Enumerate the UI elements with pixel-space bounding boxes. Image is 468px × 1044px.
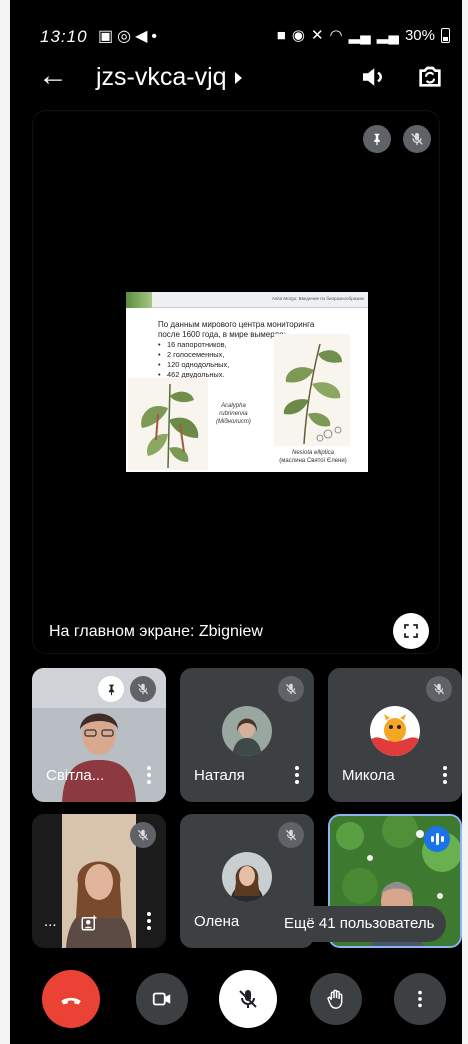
call-topbar: ← jzs-vkca-vjq [10,56,462,100]
chevron-right-icon [234,72,242,85]
caption-left-line: Acalypha [221,403,246,409]
mic-off-icon [433,683,445,695]
participant-tile[interactable]: Наталя [180,668,314,802]
camera-icon [152,992,171,1006]
more-vertical-icon [418,990,422,1008]
participant-name: ... [44,913,57,930]
slide-bullets: 16 папоротников, 2 голосеменных, 120 одн… [158,340,229,380]
participant-more-icon[interactable] [146,766,152,786]
signal-icon: ▂▄ [348,27,371,44]
mic-off-icon [285,829,297,841]
more-options-button[interactable] [394,973,446,1025]
mic-off-indicator [130,822,156,848]
participant-tile[interactable]: ... [32,814,166,948]
mic-off-indicator [426,676,452,702]
meet-screen: 13:10 ▣◎◀• ■ ◉ ✕ ◠ ▂▄ ▂▄ 30% ← jzs-vkca-… [10,0,462,1044]
whatsapp-icon: ◎ [117,28,136,45]
stage-mic-off-indicator [403,125,431,153]
status-time: 13:10 [40,27,88,46]
caption-left: Acalypha rubrinervia (Міднолист) [216,402,251,426]
participant-more-icon[interactable] [442,766,448,786]
microphone-toggle-button[interactable] [219,970,277,1028]
mic-off-indicator [278,676,304,702]
caption-right-common-name: (маслина Святої Єлени) [279,458,347,464]
participant-name: Наталя [194,767,245,784]
participant-tile[interactable]: Микола [328,668,462,802]
speaker-icon[interactable] [358,62,388,92]
mute-icon: ✕ [310,27,324,44]
camera-toggle-button[interactable] [136,973,188,1025]
participant-video [62,814,136,948]
mic-off-indicator [278,822,304,848]
slide-header: Anita Morgo: Введение по биоразнообразию [126,292,368,308]
mic-off-icon [285,683,297,695]
avatar [222,706,272,756]
plant-illustration-left [128,378,208,470]
stage-presenter-label: На главном экране: Zbigniew [49,623,263,640]
dot-icon: • [151,28,162,45]
signal-icon: ▂▄ [376,27,399,44]
participant-name: Микола [342,767,395,784]
participant-more-icon[interactable] [294,766,300,786]
slide-intro-line: По данным мирового центра мониторинга [158,320,315,329]
image-icon: ▣ [98,28,118,45]
fullscreen-button[interactable] [393,613,429,649]
pin-button[interactable] [363,125,391,153]
participant-tile[interactable]: Світла... [32,668,166,802]
status-bar: 13:10 ▣◎◀• ■ ◉ ✕ ◠ ▂▄ ▂▄ 30% [10,0,462,62]
call-controls [10,970,462,1030]
mic-off-icon [411,133,423,145]
slide-bullet: 2 голосеменных, [158,350,229,360]
slide-header-text: Anita Morgo: Введение по биоразнообразию [271,296,364,301]
back-arrow-icon[interactable]: ← [38,58,68,94]
participant-name: Світла... [46,767,105,784]
caption-right-species: Nesiota elliptica [291,450,335,456]
wifi-icon: ◠ [329,27,343,44]
status-notification-icons: ▣◎◀• [98,26,161,46]
plant-illustration-right [274,334,350,446]
pin-icon [108,684,114,695]
mic-off-icon [137,683,149,695]
caption-left-line: (Міднолист) [216,419,251,425]
add-photo-icon [81,915,97,931]
fullscreen-icon [404,624,418,638]
main-stage[interactable]: Anita Morgo: Введение по биоразнообразию… [32,110,440,654]
switch-camera-icon[interactable] [414,60,446,92]
mic-off-icon [137,829,149,841]
mic-off-icon [239,990,257,1008]
battery-level: 30% [404,26,435,44]
caption-left-line: rubrinervia [219,411,248,417]
shared-slide: Anita Morgo: Введение по биоразнообразию… [126,292,368,472]
slide-bullet: 120 однодольных, [158,360,229,370]
meeting-title[interactable]: jzs-vkca-vjq [96,62,242,92]
alarm-icon: ◉ [291,27,305,44]
hang-up-button[interactable] [42,970,100,1028]
briefcase-icon: ■ [276,26,286,44]
participant-more-icon[interactable] [146,912,152,932]
pinned-indicator[interactable] [98,676,124,702]
battery-icon [441,27,450,43]
slide-header-image [126,292,152,308]
avatar [370,706,420,756]
raise-hand-button[interactable] [310,973,362,1025]
mic-off-indicator [130,676,156,702]
avatar [222,852,272,902]
participant-name: Олена [194,913,240,930]
pin-icon [374,133,380,146]
speaking-indicator-icon [424,826,450,852]
slide-bullet: 16 папоротников, [158,340,229,350]
telegram-icon: ◀ [135,28,152,45]
hang-up-icon [61,997,81,1005]
hand-icon [327,989,343,1009]
caption-right: Nesiota elliptica (маслина Святої Єлени) [260,449,366,465]
status-right: ■ ◉ ✕ ◠ ▂▄ ▂▄ 30% [277,26,450,44]
more-participants-button[interactable]: Ещё 41 пользователь [272,906,447,942]
meeting-code: jzs-vkca-vjq [96,63,227,91]
